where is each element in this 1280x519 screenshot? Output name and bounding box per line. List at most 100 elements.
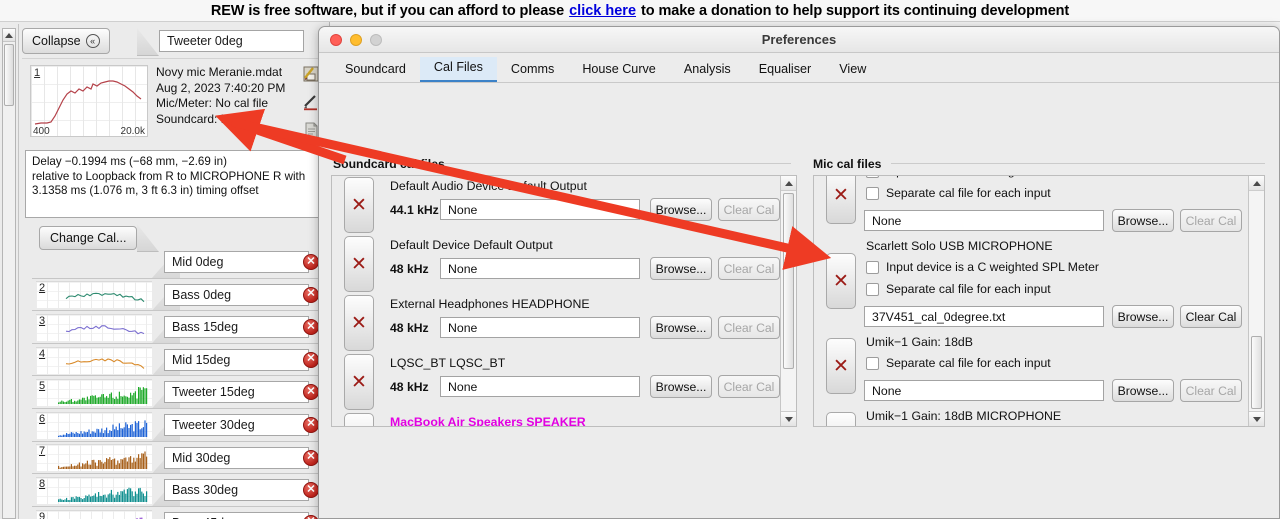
delete-circle-icon[interactable]: ✕ [303, 319, 319, 336]
mic-cal-file-field[interactable]: None [864, 210, 1104, 231]
remove-soundcard-entry-button[interactable]: ✕ [344, 236, 374, 292]
measurement-list-item[interactable]: 2 Bass 0deg ✕ [22, 278, 328, 312]
mic-cal-file-field[interactable]: None [864, 380, 1104, 401]
mic-clear-cal-button[interactable]: Clear Cal [1180, 379, 1242, 402]
measurement-thumbnail[interactable]: 7 [36, 444, 152, 472]
measurement-name-field[interactable]: Bass 45deg [164, 511, 309, 519]
delete-circle-icon[interactable]: ✕ [303, 449, 319, 466]
measurement-list-item[interactable]: 4 Mid 15deg ✕ [22, 343, 328, 377]
measurement-thumbnail[interactable]: 6 [36, 411, 152, 439]
mic-scrollbar[interactable] [1248, 176, 1264, 426]
soundcard-browse-button[interactable]: Browse... [650, 316, 712, 339]
remove-mic-entry-button[interactable]: ✕ [826, 176, 856, 224]
remove-soundcard-entry-button[interactable]: ✕ [344, 413, 374, 426]
separate-cal-checkbox[interactable] [866, 186, 879, 200]
soundcard-clear-cal-button[interactable]: Clear Cal [718, 257, 780, 280]
soundcard-browse-button[interactable]: Browse... [650, 198, 712, 221]
soundcard-scrollbar[interactable] [780, 176, 796, 426]
mic-scroll-thumb[interactable] [1251, 336, 1262, 409]
remove-soundcard-entry-button[interactable]: ✕ [344, 295, 374, 351]
delete-circle-icon[interactable]: ✕ [303, 286, 319, 303]
soundcard-clear-cal-button[interactable]: Clear Cal [718, 316, 780, 339]
measurement-name-field[interactable]: Bass 30deg [164, 479, 309, 502]
measurement-list-item[interactable]: 5 Tweeter 15deg ✕ [22, 376, 328, 409]
measurement-thumbnail[interactable]: 5 [36, 379, 152, 407]
measurement-preview-chart[interactable]: 1 400 20.0k [30, 65, 148, 137]
measurement-name-field[interactable]: Mid 15deg [164, 348, 309, 371]
measurement-thumbnail[interactable]: 4 [36, 346, 152, 374]
tab-cal-files[interactable]: Cal Files [419, 57, 497, 82]
soundcard-browse-button[interactable]: Browse... [650, 375, 712, 398]
spl-meter-checkbox-row[interactable]: Input device is a C weighted SPL Meter [866, 260, 1099, 274]
measurement-name-field[interactable]: Bass 0deg [164, 283, 309, 306]
soundcard-cal-file-field[interactable]: None [440, 258, 640, 279]
tab-view[interactable]: View [825, 59, 880, 82]
spl-meter-label: Input device is a C weighted SPL Meter [886, 176, 1099, 178]
tab-soundcard[interactable]: Soundcard [331, 59, 420, 82]
soundcard-clear-cal-button[interactable]: Clear Cal [718, 375, 780, 398]
delete-circle-icon[interactable]: ✕ [303, 254, 319, 270]
remove-soundcard-entry-button[interactable]: ✕ [344, 354, 374, 410]
remove-soundcard-entry-button[interactable]: ✕ [344, 177, 374, 233]
remove-mic-entry-button[interactable]: ✕ [826, 253, 856, 309]
measurement-name-field[interactable]: Mid 30deg [164, 446, 309, 469]
donation-link[interactable]: click here [569, 3, 636, 19]
mic-scroll-up[interactable] [1249, 176, 1264, 191]
measurement-sparkline [58, 487, 148, 502]
mic-browse-button[interactable]: Browse... [1112, 305, 1174, 328]
measurement-name-field[interactable]: Tweeter 15deg [164, 381, 309, 404]
tab-comms[interactable]: Comms [497, 59, 568, 82]
separate-cal-checkbox[interactable] [866, 282, 879, 296]
measurement-name-field[interactable]: Mid 0deg [164, 251, 309, 273]
mic-clear-cal-button[interactable]: Clear Cal [1180, 305, 1242, 328]
measurement-thumbnail[interactable]: 8 [36, 476, 152, 504]
scroll-up-arrow[interactable] [3, 29, 15, 42]
measurement-name-field[interactable]: Tweeter 30deg [164, 413, 309, 436]
preferences-titlebar[interactable]: Preferences [319, 27, 1279, 53]
separate-cal-checkbox[interactable] [866, 356, 879, 370]
remove-mic-entry-button[interactable]: ✕ [826, 338, 856, 394]
soundcard-scroll-down[interactable] [781, 411, 796, 426]
measurement-list-item[interactable]: 9Bass 45deg✕ [22, 506, 328, 519]
spl-meter-checkbox[interactable] [866, 260, 879, 274]
selected-measurement-name-field[interactable]: Tweeter 0deg [159, 30, 304, 52]
spl-meter-checkbox-row[interactable]: Input device is a C weighted SPL Meter [866, 176, 1099, 178]
delete-circle-icon[interactable]: ✕ [303, 351, 319, 368]
soundcard-cal-file-field[interactable]: None [440, 199, 640, 220]
tab-analysis[interactable]: Analysis [670, 59, 745, 82]
remove-mic-entry-button[interactable]: ✕ [826, 412, 856, 426]
soundcard-browse-button[interactable]: Browse... [650, 257, 712, 280]
soundcard-scroll-up[interactable] [781, 176, 796, 191]
soundcard-cal-file-field[interactable]: None [440, 376, 640, 397]
delete-circle-icon[interactable]: ✕ [303, 416, 319, 433]
separate-cal-checkbox-row[interactable]: Separate cal file for each input [866, 186, 1051, 200]
spl-meter-checkbox[interactable] [866, 176, 879, 178]
measurement-thumbnail[interactable]: 9 [36, 509, 152, 519]
measurement-thumbnail[interactable]: 2 [36, 281, 152, 309]
measurement-thumbnail[interactable]: 3 [36, 313, 152, 341]
mic-browse-button[interactable]: Browse... [1112, 379, 1174, 402]
main-window-scrollbar[interactable] [2, 28, 16, 519]
delete-circle-icon[interactable]: ✕ [303, 384, 319, 401]
mic-scroll-down[interactable] [1249, 411, 1264, 426]
soundcard-scroll-thumb[interactable] [783, 193, 794, 369]
measurement-list-item[interactable]: 8 Bass 30deg ✕ [22, 474, 328, 507]
soundcard-cal-file-field[interactable]: None [440, 317, 640, 338]
measurement-list-item[interactable]: Mid 0deg ✕ [22, 246, 328, 279]
separate-cal-checkbox-row[interactable]: Separate cal file for each input [866, 282, 1051, 296]
collapse-button[interactable]: Collapse « [22, 28, 110, 54]
tab-equaliser[interactable]: Equaliser [745, 59, 826, 82]
tab-house-curve[interactable]: House Curve [568, 59, 670, 82]
measurement-list-item[interactable]: 7 Mid 30deg ✕ [22, 441, 328, 475]
scrollbar-thumb[interactable] [4, 44, 14, 106]
measurement-list-item[interactable]: 3 Bass 15deg ✕ [22, 311, 328, 344]
delay-note-box[interactable]: Delay −0.1994 ms (−68 mm, −2.69 in) rela… [25, 150, 321, 218]
mic-cal-file-field[interactable]: 37V451_cal_0degree.txt [864, 306, 1104, 327]
mic-clear-cal-button[interactable]: Clear Cal [1180, 209, 1242, 232]
delete-circle-icon[interactable]: ✕ [303, 482, 319, 499]
soundcard-clear-cal-button[interactable]: Clear Cal [718, 198, 780, 221]
measurement-list-item[interactable]: 6 Tweeter 30deg ✕ [22, 408, 328, 442]
separate-cal-checkbox-row[interactable]: Separate cal file for each input [866, 356, 1051, 370]
mic-browse-button[interactable]: Browse... [1112, 209, 1174, 232]
measurement-name-field[interactable]: Bass 15deg [164, 316, 309, 339]
